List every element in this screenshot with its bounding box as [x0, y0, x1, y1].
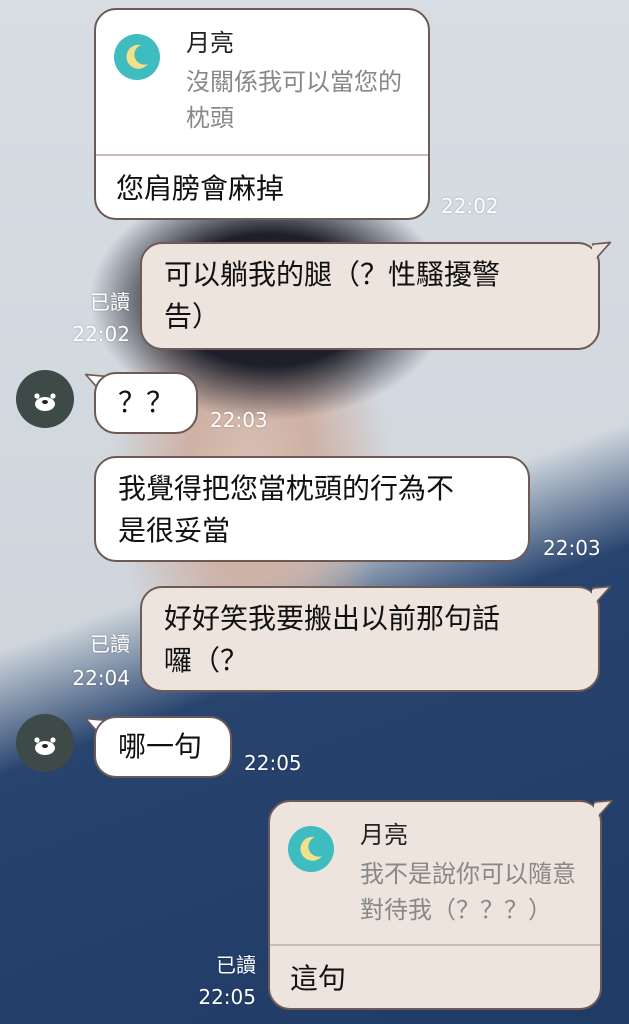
- moon-avatar-icon: [114, 34, 160, 80]
- timestamp: 22:03: [210, 408, 268, 432]
- message-line-2: 是很妥當: [118, 514, 231, 547]
- incoming-message-3[interactable]: ？？: [94, 372, 198, 434]
- dark-bear-face-icon: [34, 393, 56, 411]
- quoted-text: 我不是說你可以隨意 對待我（？？？）: [360, 856, 576, 928]
- bubble-tail: [592, 241, 612, 259]
- quoted-text-line-1: 沒關係我可以當您的: [186, 68, 402, 96]
- reply-text: 這句: [290, 962, 347, 995]
- dark-bear-face-icon: [34, 737, 56, 755]
- incoming-message-4[interactable]: 我覺得把您當枕頭的行為不 是很妥當: [94, 456, 530, 562]
- timestamp: 22:02: [441, 194, 499, 218]
- read-receipt: 已讀: [90, 632, 130, 656]
- message-line-1: 好好笑我要搬出以前那句話: [164, 602, 501, 635]
- friend-avatar[interactable]: [16, 370, 74, 428]
- quoted-message-preview[interactable]: 月亮 沒關係我可以當您的 枕頭: [114, 28, 434, 138]
- bubble-tail: [594, 799, 614, 817]
- timestamp: 22:04: [72, 666, 130, 690]
- quoted-text-line-1: 我不是說你可以隨意: [360, 860, 576, 888]
- quote-divider: [270, 944, 600, 946]
- quoted-text: 沒關係我可以當您的 枕頭: [186, 64, 402, 136]
- friend-avatar[interactable]: [16, 714, 74, 772]
- message-line-1: 可以躺我的腿（？性騷擾警: [164, 258, 501, 291]
- quoted-text-line-2: 枕頭: [186, 104, 234, 132]
- timestamp: 22:02: [72, 322, 130, 346]
- outgoing-quote-message-7[interactable]: 月亮 我不是說你可以隨意 對待我（？？？） 這句: [268, 800, 602, 1010]
- reply-text: 您肩膀會麻掉: [116, 172, 285, 205]
- timestamp: 22:03: [543, 536, 601, 560]
- quoted-text-line-2: 對待我（？？？）: [360, 896, 552, 924]
- quoted-sender-name: 月亮: [360, 821, 408, 849]
- read-receipt: 已讀: [90, 290, 130, 314]
- moon-avatar-icon: [288, 826, 334, 872]
- timestamp: 22:05: [198, 985, 256, 1009]
- quoted-message-preview[interactable]: 月亮 我不是說你可以隨意 對待我（？？？）: [288, 820, 588, 930]
- incoming-message-6[interactable]: 哪一句: [94, 716, 232, 778]
- quoted-sender-name: 月亮: [186, 29, 234, 57]
- message-line-2: 告）: [164, 300, 221, 333]
- outgoing-message-2[interactable]: 可以躺我的腿（？性騷擾警 告）: [140, 242, 600, 350]
- quote-divider: [96, 154, 428, 156]
- read-receipt: 已讀: [216, 953, 256, 977]
- message-line-2: 囉（？: [164, 644, 249, 677]
- outgoing-message-5[interactable]: 好好笑我要搬出以前那句話 囉（？: [140, 586, 600, 692]
- timestamp: 22:05: [244, 751, 302, 775]
- bubble-tail: [592, 585, 612, 603]
- incoming-quote-message-1[interactable]: 月亮 沒關係我可以當您的 枕頭 您肩膀會麻掉: [94, 8, 430, 220]
- message-line-1: 我覺得把您當枕頭的行為不: [118, 472, 455, 505]
